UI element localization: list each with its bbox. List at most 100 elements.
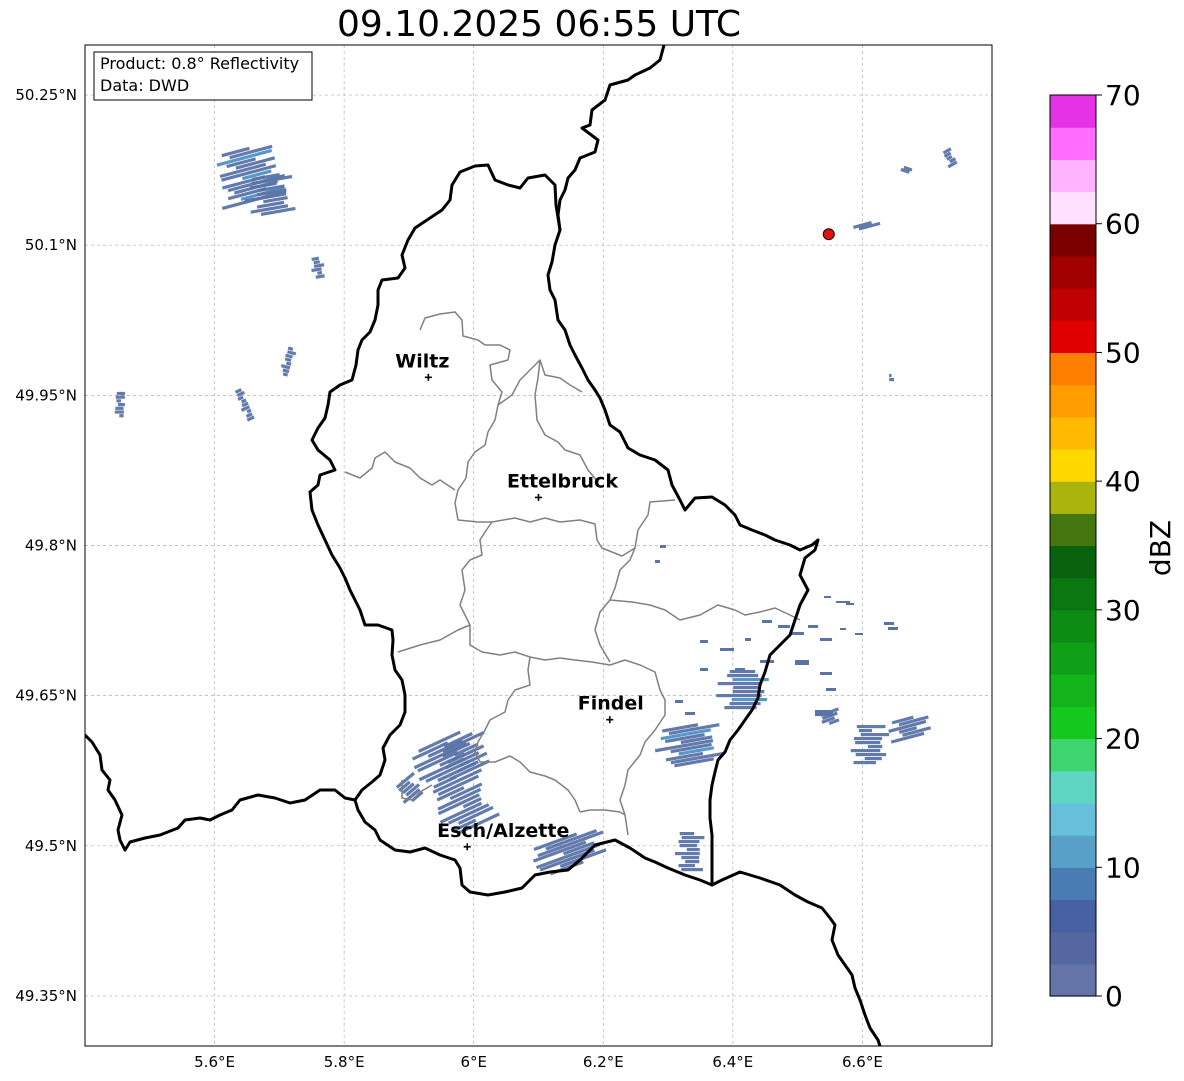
echo-strip xyxy=(681,868,703,872)
echo-strip xyxy=(660,545,666,548)
colorbar-segment xyxy=(1050,770,1096,804)
lon-tick-label: 5.8°E xyxy=(324,1053,365,1071)
echo-strip xyxy=(700,640,708,643)
echo-strip xyxy=(778,625,790,628)
canton-border xyxy=(609,599,801,621)
colorbar-segment xyxy=(1050,577,1096,611)
colorbar-segment xyxy=(1050,963,1096,997)
colorbar-segment xyxy=(1050,513,1096,547)
info-box: Product: 0.8° Reflectivity Data: DWD xyxy=(93,51,313,101)
echo-cell xyxy=(234,388,255,422)
lat-tick-label: 50.25°N xyxy=(15,86,77,104)
lat-tick-label: 49.5°N xyxy=(25,837,77,855)
lon-tick-label: 6.2°E xyxy=(583,1053,624,1071)
echo-cell xyxy=(888,715,932,744)
echo-strip xyxy=(733,686,760,690)
colorbar-tick-label: 60 xyxy=(1105,208,1141,241)
lon-tick-label: 6.6°E xyxy=(842,1053,883,1071)
colorbar-segment xyxy=(1050,448,1096,482)
echo-strip xyxy=(853,761,876,765)
canton-border xyxy=(344,451,456,491)
lat-tick-label: 49.95°N xyxy=(15,386,77,404)
echo-strip xyxy=(731,698,768,702)
echo-strip xyxy=(864,757,882,761)
echo-strip xyxy=(855,741,881,745)
echo-strip xyxy=(282,372,289,377)
colorbar-segment xyxy=(1050,835,1096,868)
colorbar: 0 10 20 30 40 50 60 70 xyxy=(1049,79,1141,1013)
echo-strip xyxy=(681,836,705,840)
echo-strip xyxy=(700,668,708,671)
echo-strip xyxy=(888,627,898,630)
echo-strip xyxy=(820,638,832,641)
echo-strip xyxy=(685,860,700,864)
echo-strip xyxy=(867,745,883,749)
echo-strip xyxy=(826,688,836,691)
colorbar-tick-label: 50 xyxy=(1105,336,1141,369)
echo-strip xyxy=(836,601,850,603)
colorbar-segment xyxy=(1050,127,1096,160)
colorbar-segment xyxy=(1050,320,1096,354)
canton-border xyxy=(579,809,626,816)
colorbar-tick-label: 70 xyxy=(1105,79,1141,112)
echo-strip xyxy=(884,622,894,625)
echo-cell xyxy=(942,147,958,169)
city-label: Findel xyxy=(578,693,644,715)
echo-strip xyxy=(795,660,809,665)
echo-strip xyxy=(745,638,751,641)
echo-strip xyxy=(820,672,832,675)
city-label: Esch/Alzette xyxy=(437,820,569,842)
echo-cell xyxy=(852,221,881,231)
axis-ticks: 50.25°N 50.1°N 49.95°N 49.8°N 49.65°N 49.5°N 4… xyxy=(15,86,883,1071)
echo-strip xyxy=(115,406,124,410)
echo-strip xyxy=(116,391,125,396)
canton-border xyxy=(619,659,666,836)
colorbar-segment xyxy=(1050,899,1096,933)
graticule xyxy=(85,45,992,1046)
colorbar-segment xyxy=(1050,867,1096,901)
colorbar-segment xyxy=(1050,706,1096,740)
colorbar-segment xyxy=(1050,609,1096,643)
city-label: Wiltz xyxy=(395,350,449,372)
echo-strip xyxy=(889,374,892,378)
colorbar-segment xyxy=(1050,738,1096,772)
country-border xyxy=(85,733,357,852)
lon-tick-label: 5.6°E xyxy=(194,1053,235,1071)
info-product: Product: 0.8° Reflectivity xyxy=(100,54,299,73)
lat-tick-label: 50.1°N xyxy=(25,236,77,254)
echo-cell xyxy=(716,670,769,710)
lat-tick-label: 49.35°N xyxy=(15,987,77,1005)
echo-strip xyxy=(114,410,124,414)
echo-strip xyxy=(808,625,818,628)
echo-strip xyxy=(685,712,695,715)
echo-cell xyxy=(850,725,890,765)
radar-site-marker xyxy=(822,228,835,241)
echo-cell xyxy=(674,832,705,872)
colorbar-segment xyxy=(1050,545,1096,579)
colorbar-segment xyxy=(1050,674,1096,707)
colorbar-segment xyxy=(1050,223,1096,257)
lon-tick-label: 6°E xyxy=(460,1053,487,1071)
colorbar-tick-label: 10 xyxy=(1105,851,1141,884)
city-label: Ettelbruck xyxy=(507,470,618,492)
country-border xyxy=(710,870,882,1046)
colorbar-tick-label: 40 xyxy=(1105,465,1141,498)
echo-strip xyxy=(285,361,292,366)
echo-strip xyxy=(116,399,121,403)
colorbar-tick-label: 30 xyxy=(1105,594,1141,627)
echo-cell xyxy=(114,391,125,418)
echo-strip xyxy=(846,603,854,605)
echo-strip xyxy=(317,270,323,275)
echo-cell xyxy=(280,346,297,377)
echo-strip xyxy=(840,628,846,630)
colorbar-segment xyxy=(1050,255,1096,289)
echo-strip xyxy=(679,844,697,848)
colorbar-segment xyxy=(1050,159,1096,193)
echo-strip xyxy=(735,668,745,671)
echo-strip xyxy=(850,749,881,753)
canton-border xyxy=(594,547,636,663)
echo-strip xyxy=(815,710,833,716)
echo-strip xyxy=(287,346,294,351)
lat-tick-label: 49.8°N xyxy=(25,537,77,555)
echo-strip xyxy=(858,729,872,733)
